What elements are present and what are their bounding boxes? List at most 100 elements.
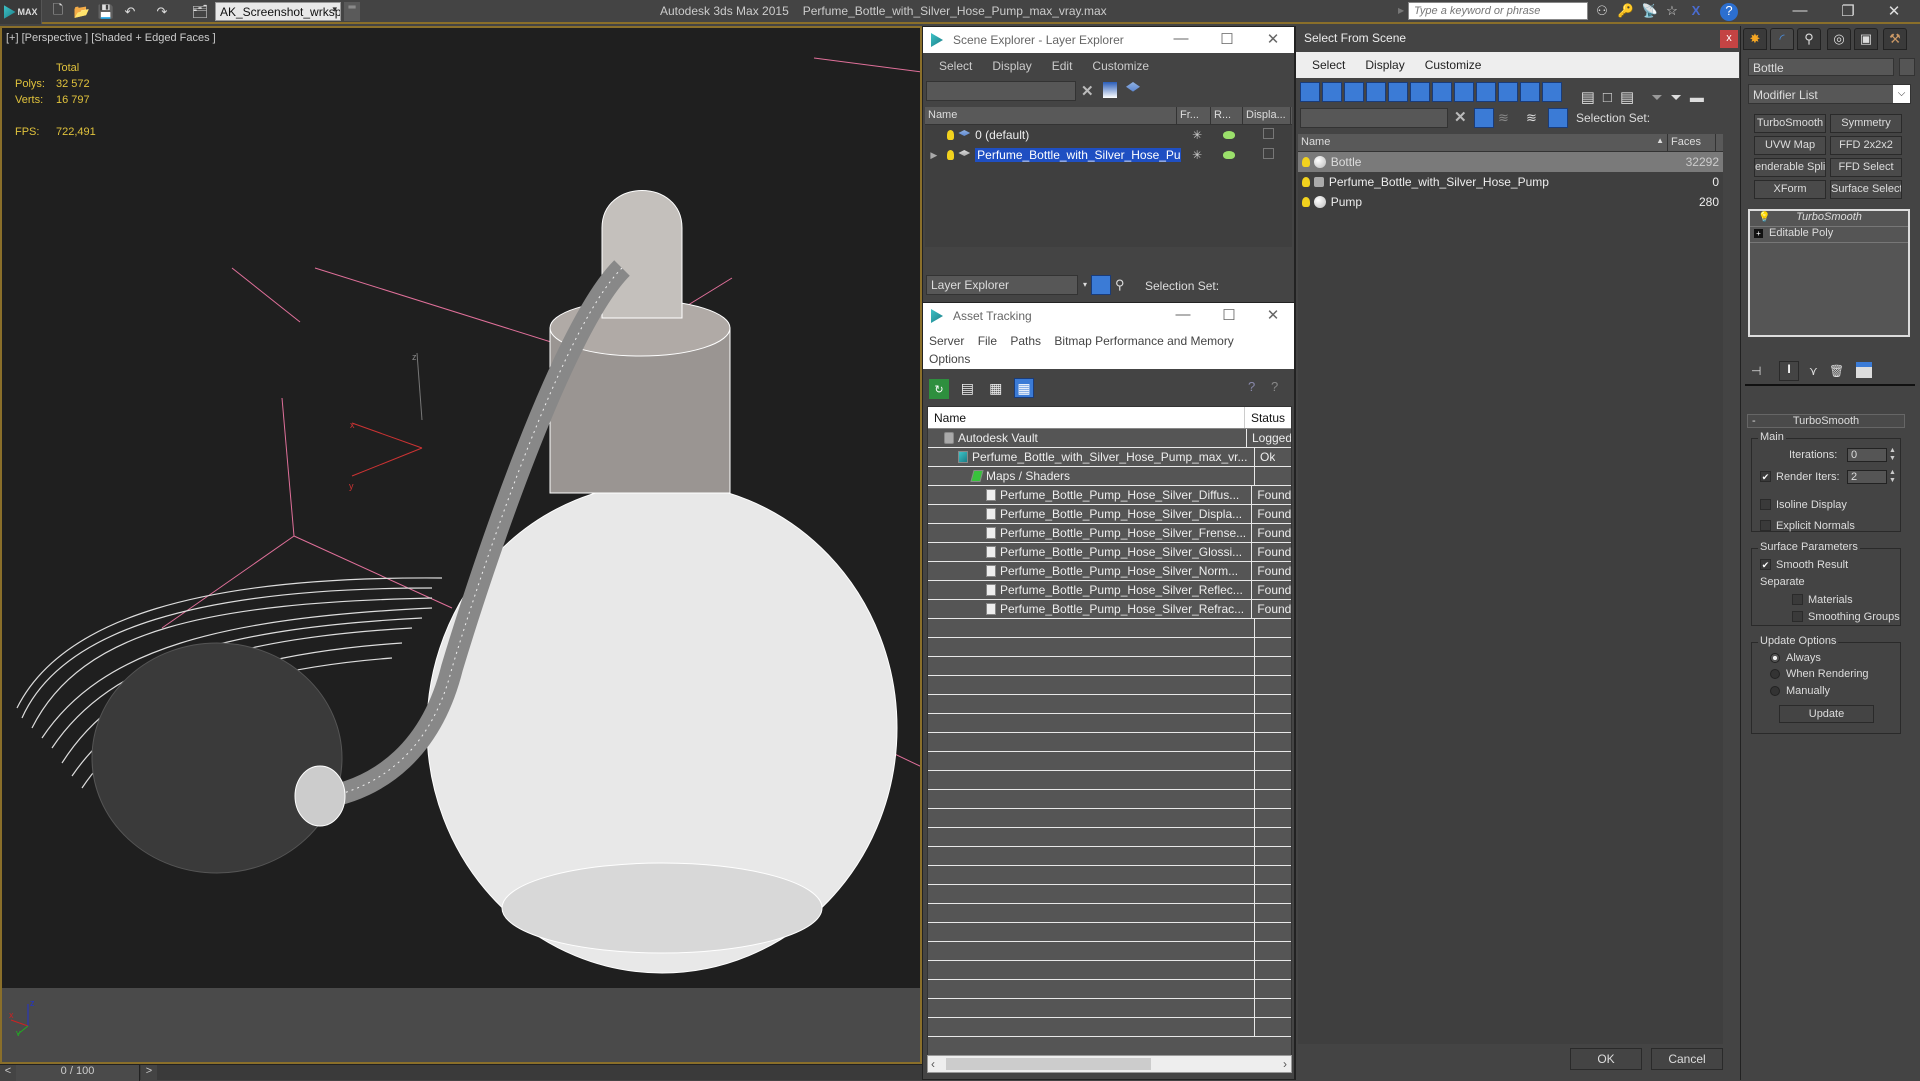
asset-tracking-titlebar[interactable]: Asset Tracking — ☐ ✕	[923, 303, 1294, 329]
list-view-icon[interactable]: ▤	[957, 378, 977, 398]
cancel-button[interactable]: Cancel	[1651, 1048, 1723, 1070]
lightbulb-icon[interactable]	[1302, 177, 1310, 187]
helpers-filter-icon[interactable]	[1388, 82, 1408, 102]
modifier-button[interactable]: Symmetry	[1830, 114, 1902, 133]
menu-paths[interactable]: Paths	[1010, 334, 1041, 348]
object-row[interactable]: Bottle 32292	[1298, 152, 1723, 172]
expand-arrow-icon[interactable]: ▶	[925, 150, 943, 161]
satellite-icon[interactable]: 📡	[1640, 3, 1660, 21]
find-icon[interactable]	[1103, 82, 1117, 98]
menu-options[interactable]: Options	[929, 352, 970, 366]
close-button[interactable]: ✕	[1263, 306, 1283, 324]
display-box-icon[interactable]	[1263, 128, 1275, 139]
scroll-right-icon[interactable]: ›	[1283, 1057, 1287, 1071]
lightbulb-icon[interactable]	[946, 150, 955, 160]
refresh-icon[interactable]: ↻	[929, 379, 949, 399]
utilities-tab-icon[interactable]: ⚒	[1883, 28, 1907, 50]
select-scene-search-input[interactable]	[1300, 108, 1448, 128]
asset-row[interactable]: Perfume_Bottle_Pump_Hose_Silver_Norm... F…	[928, 562, 1291, 581]
freeze-icon[interactable]: ✳	[1181, 148, 1214, 162]
make-unique-icon[interactable]: ⋎	[1809, 364, 1818, 378]
col-status[interactable]: Status	[1245, 407, 1291, 428]
ok-button[interactable]: OK	[1570, 1048, 1642, 1070]
object-row[interactable]: Perfume_Bottle_with_Silver_Hose_Pump 0	[1298, 172, 1723, 192]
asset-row[interactable]: Maps / Shaders	[928, 467, 1291, 486]
key-icon[interactable]: 🔑	[1616, 3, 1636, 21]
create-layer-icon[interactable]	[1126, 82, 1140, 92]
maximize-button[interactable]: ☐	[1219, 306, 1239, 324]
modifier-list-dropdown[interactable]: Modifier List ⌵	[1748, 84, 1911, 104]
hierarchy-icon[interactable]	[1548, 108, 1568, 128]
scene-explorer-titlebar[interactable]: Scene Explorer - Layer Explorer — ☐ ✕	[923, 27, 1294, 53]
x-icon[interactable]: X	[1686, 3, 1706, 21]
layer-sort-icon[interactable]: ≋	[1526, 110, 1537, 126]
undo-icon[interactable]: ↶	[120, 3, 140, 21]
close-button[interactable]: x	[1720, 30, 1738, 48]
pin-stack-icon[interactable]: ⊣	[1751, 364, 1761, 378]
object-row[interactable]: Pump 280	[1298, 192, 1723, 212]
create-tab-icon[interactable]: ✸	[1743, 28, 1767, 50]
perspective-viewport[interactable]: [+] [Perspective ] [Shaded + Edged Faces…	[0, 26, 922, 1064]
object-color-swatch[interactable]	[1899, 58, 1915, 76]
close-button[interactable]: ✕	[1263, 30, 1283, 48]
groups-filter-icon[interactable]	[1432, 82, 1452, 102]
asset-row[interactable]: Perfume_Bottle_Pump_Hose_Silver_Displa..…	[928, 505, 1291, 524]
menu-select[interactable]: Select	[1312, 58, 1345, 72]
modifier-button[interactable]: UVW Map	[1754, 136, 1826, 155]
col-faces[interactable]: Faces	[1668, 134, 1716, 151]
redo-icon[interactable]: ↷	[152, 3, 172, 21]
layer-row[interactable]: 0 (default) ✳	[925, 125, 1292, 145]
lightbulb-icon[interactable]	[1302, 157, 1310, 167]
menu-customize[interactable]: Customize	[1425, 58, 1482, 72]
time-slider[interactable]: < 0 / 100 >	[0, 1064, 922, 1081]
update-manually-radio[interactable]	[1770, 686, 1780, 696]
spinner-arrows-icon[interactable]: ▲ ▼	[1889, 469, 1896, 485]
lightbulb-icon[interactable]: 💡	[1758, 212, 1770, 223]
minimize-button[interactable]: —	[1171, 30, 1191, 47]
menu-edit[interactable]: Edit	[1052, 59, 1073, 73]
display-tab-icon[interactable]: ▣	[1854, 28, 1878, 50]
layers-disabled-icon[interactable]: ≋	[1498, 110, 1509, 126]
search-expand-icon[interactable]: ▶	[1398, 6, 1404, 15]
filter-icon[interactable]: ⏷	[1651, 89, 1662, 105]
menu-select[interactable]: Select	[939, 59, 972, 73]
render-teapot-icon[interactable]	[1223, 131, 1236, 139]
display-box-icon[interactable]	[1263, 148, 1275, 159]
menu-server[interactable]: Server	[929, 334, 964, 348]
spacewarps-filter-icon[interactable]	[1410, 82, 1430, 102]
close-button[interactable]: ✕	[1874, 2, 1914, 22]
select-all-icon[interactable]: ▤	[1581, 89, 1595, 106]
shapes-filter-icon[interactable]	[1322, 82, 1342, 102]
containers-filter-icon[interactable]	[1498, 82, 1518, 102]
render-teapot-icon[interactable]	[1223, 151, 1236, 159]
app-menu-button[interactable]: MAX	[0, 0, 42, 24]
motion-tab-icon[interactable]: ◎	[1827, 28, 1851, 50]
horizontal-scrollbar[interactable]: ‹ ›	[927, 1055, 1292, 1073]
remove-modifier-icon[interactable]: 🗑	[1829, 364, 1844, 378]
render-iters-spinner[interactable]: 2	[1847, 470, 1887, 484]
menu-file[interactable]: File	[978, 334, 997, 348]
object-name-input[interactable]: Bottle	[1748, 58, 1894, 76]
geometry-filter-icon[interactable]	[1300, 82, 1320, 102]
modifier-button[interactable]: TurboSmooth	[1754, 114, 1826, 133]
scroll-left-icon[interactable]: ‹	[931, 1057, 935, 1071]
freeze-icon[interactable]: ✳	[1181, 128, 1214, 142]
vault-help-disabled-icon[interactable]: ?	[1271, 379, 1278, 394]
find-filter-icon[interactable]	[1474, 108, 1494, 128]
modifier-button[interactable]: Surface Select	[1830, 180, 1902, 199]
asset-row[interactable]: Perfume_Bottle_with_Silver_Hose_Pump_max…	[928, 448, 1291, 467]
configure-columns-icon[interactable]: ▬	[1690, 89, 1704, 105]
modifier-button[interactable]: FFD 2x2x2	[1830, 136, 1902, 155]
maximize-button[interactable]: ❐	[1828, 2, 1868, 22]
clear-search-icon[interactable]: ✕	[1081, 82, 1094, 100]
save-icon[interactable]: 💾	[96, 3, 116, 21]
col-name[interactable]: Name ▲	[1298, 134, 1668, 151]
scene-explorer-search-input[interactable]	[926, 81, 1076, 101]
modifier-button[interactable]: FFD Select	[1830, 158, 1902, 177]
stack-item-editable-poly[interactable]: + Editable Poly	[1750, 227, 1908, 243]
layer-row[interactable]: ▶ Perfume_Bottle_with_Silver_Hose_Pu... …	[925, 145, 1292, 165]
frame-indicator[interactable]: 0 / 100	[16, 1065, 140, 1081]
turbosmooth-rollout-header[interactable]: - TurboSmooth	[1747, 414, 1905, 428]
show-end-result-icon[interactable]: I	[1779, 361, 1799, 381]
scrollbar-thumb[interactable]	[946, 1058, 1151, 1070]
